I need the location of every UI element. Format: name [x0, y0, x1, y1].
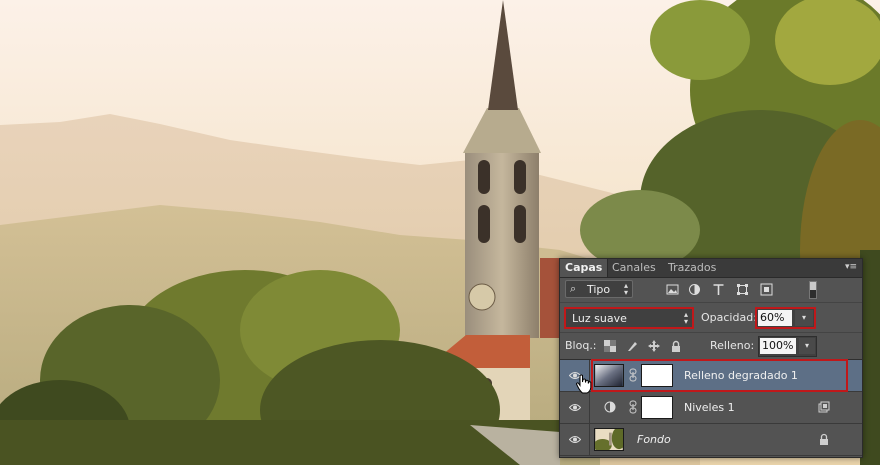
fill-dropdown-icon[interactable]: ▾ [799, 338, 815, 354]
layer-name[interactable]: Niveles 1 [684, 401, 735, 414]
layer-mask-thumbnail[interactable] [641, 396, 673, 419]
visibility-toggle[interactable] [560, 392, 590, 423]
pixel-layer-filter-icon[interactable] [666, 283, 679, 296]
layer-comp-icon [818, 401, 830, 413]
opacity-control[interactable]: 60% ▾ [756, 308, 815, 328]
lock-all-icon[interactable] [670, 340, 682, 352]
layer-name[interactable]: Relleno degradado 1 [684, 369, 798, 382]
background-thumbnail[interactable] [594, 428, 624, 451]
opacity-input[interactable]: 60% [758, 310, 792, 326]
blend-mode-select[interactable]: Luz suave ▴ ▾ [565, 308, 693, 328]
blend-row: Luz suave ▴ ▾ Opacidad: 60% ▾ [560, 303, 862, 333]
lock-fill-row: Bloq.: Relleno: 100% ▾ [560, 333, 862, 360]
filter-type-select[interactable]: ⌕ Tipo ▴ ▾ [565, 280, 633, 298]
tab-trazados[interactable]: Trazados [663, 259, 721, 277]
filter-toggle-switch[interactable] [809, 281, 817, 299]
layer-name[interactable]: Fondo [637, 433, 671, 446]
hand-cursor-icon [575, 374, 592, 394]
adjustment-layer-icon[interactable] [604, 401, 616, 413]
layer-row-niveles[interactable]: Niveles 1 [560, 392, 862, 424]
layer-list: Relleno degradado 1 Niveles 1 Fondo [560, 360, 862, 457]
eye-icon [569, 436, 581, 443]
layer-mask-thumbnail[interactable] [641, 364, 673, 387]
lock-label: Bloq.: [565, 339, 597, 352]
layer-row-relleno-degradado[interactable]: Relleno degradado 1 [560, 360, 862, 392]
panel-tab-bar: Capas Canales Trazados ▾≡ [560, 259, 862, 278]
lock-image-pixels-icon[interactable] [626, 340, 638, 352]
visibility-toggle[interactable] [560, 424, 590, 455]
gradient-fill-thumbnail[interactable] [594, 364, 624, 387]
filter-row: ⌕ Tipo ▴ ▾ [560, 278, 862, 303]
lock-position-icon[interactable] [648, 340, 660, 352]
lock-icon [820, 433, 828, 445]
chain-link-icon[interactable] [628, 400, 638, 414]
fill-input[interactable]: 100% [760, 338, 796, 354]
opacity-dropdown-icon[interactable]: ▾ [795, 310, 813, 326]
updown-arrow-icon: ▴ ▾ [623, 281, 628, 297]
tab-canales[interactable]: Canales [607, 259, 661, 277]
search-icon: ⌕ [570, 282, 577, 295]
opacity-label: Opacidad: [701, 311, 757, 324]
chain-link-icon[interactable] [628, 368, 638, 382]
tab-capas[interactable]: Capas [560, 259, 609, 277]
shape-layer-filter-icon[interactable] [736, 283, 749, 296]
updown-arrow-icon: ▴ ▾ [683, 310, 688, 326]
blend-mode-value: Luz suave [572, 312, 627, 325]
smart-object-filter-icon[interactable] [760, 283, 773, 296]
type-layer-filter-icon[interactable] [712, 283, 725, 296]
fill-control[interactable]: 100% ▾ [758, 336, 817, 357]
lock-transparent-pixels-icon[interactable] [604, 340, 616, 352]
panel-menu-icon[interactable]: ▾≡ [844, 262, 858, 273]
layer-row-fondo[interactable]: Fondo [560, 424, 862, 456]
filter-type-label: Tipo [587, 283, 611, 296]
layers-panel: Capas Canales Trazados ▾≡ ⌕ Tipo ▴ ▾ Luz … [559, 258, 863, 458]
fill-label: Relleno: [710, 339, 755, 352]
adjustment-layer-filter-icon[interactable] [688, 283, 701, 296]
eye-icon [569, 404, 581, 411]
